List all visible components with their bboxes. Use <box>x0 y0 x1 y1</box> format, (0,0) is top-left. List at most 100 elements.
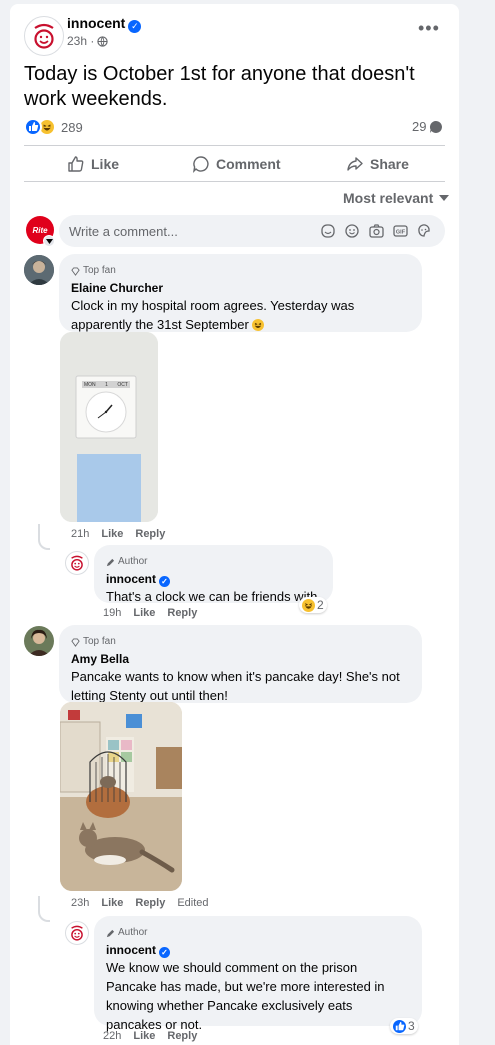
reply-reactions[interactable]: 2 <box>299 597 327 613</box>
clock-photo-image <box>60 332 158 522</box>
camera-icon[interactable] <box>369 224 384 238</box>
post-time[interactable]: 23h · <box>67 34 94 48</box>
like-button[interactable]: Like <box>67 154 119 174</box>
comment-reply-button[interactable]: Reply <box>135 528 165 540</box>
sticker-icon[interactable] <box>417 224 431 238</box>
svg-text:GIF: GIF <box>396 230 406 236</box>
reaction-count: 289 <box>61 119 83 135</box>
comment-text: Clock in my hospital room agrees. Yester… <box>71 296 371 334</box>
reply-time[interactable]: 22h <box>103 1030 121 1042</box>
more-options-icon[interactable]: ••• <box>418 18 440 39</box>
top-fan-badge: Top fan <box>71 262 410 280</box>
pencil-icon <box>106 558 115 566</box>
comment-button[interactable]: Comment <box>192 154 281 174</box>
emoji-icon[interactable] <box>345 224 359 238</box>
comment-bubble-icon <box>430 120 443 133</box>
reaction-count: 2 <box>317 598 324 612</box>
comment-count-value: 29 <box>412 119 427 134</box>
share-icon <box>347 157 363 171</box>
divider <box>24 181 445 182</box>
comment-footer: 21h Like Reply <box>71 528 165 540</box>
reply-reply-button[interactable]: Reply <box>167 1030 197 1042</box>
reply-reply-button[interactable]: Reply <box>167 607 197 619</box>
divider <box>24 145 445 146</box>
diamond-icon <box>71 266 80 276</box>
top-fan-badge: Top fan <box>71 633 410 651</box>
reply-author[interactable]: innocent ✓ <box>106 942 410 958</box>
innocent-logo[interactable] <box>24 16 64 56</box>
author-badge: Author <box>106 553 321 571</box>
reactions-summary[interactable]: 289 <box>24 118 83 136</box>
reply-time[interactable]: 19h <box>103 607 121 619</box>
like-label: Like <box>91 156 120 172</box>
comment-reply-button[interactable]: Reply <box>135 897 165 909</box>
reply-bubble: Author innocent ✓ That's a clock we can b… <box>94 545 333 604</box>
innocent-face-icon <box>34 23 54 49</box>
sort-dropdown[interactable]: Most relevant <box>343 190 450 206</box>
innocent-face-icon <box>71 555 83 571</box>
account-switch-icon[interactable] <box>43 235 55 247</box>
reply-thread-line <box>38 896 50 922</box>
innocent-reply-avatar[interactable] <box>65 921 89 945</box>
comment-photo-cat[interactable] <box>60 702 182 891</box>
clock-month-label: OCT <box>117 382 128 388</box>
pencil-icon <box>106 929 115 937</box>
comment-photo-clock[interactable]: MON 1 OCT <box>60 332 158 522</box>
reply-like-button[interactable]: Like <box>133 607 155 619</box>
innocent-face-icon <box>71 925 83 941</box>
badge-label: Author <box>118 927 148 938</box>
reply-author[interactable]: innocent ✓ <box>106 571 321 587</box>
author-badge: Author <box>106 924 410 942</box>
reply-text: We know we should comment on the prison … <box>106 960 385 1032</box>
reply-bubble: Author innocent ✓ We know we should comme… <box>94 916 422 1032</box>
comment-like-button[interactable]: Like <box>101 897 123 909</box>
edited-label: Edited <box>177 897 209 909</box>
laughing-emoji-icon <box>252 319 265 331</box>
page-name[interactable]: innocent <box>67 15 125 31</box>
reply-like-button[interactable]: Like <box>133 1030 155 1042</box>
globe-icon <box>97 35 109 47</box>
user-avatar-text: Rite <box>32 225 48 235</box>
commenter-avatar[interactable] <box>24 255 54 285</box>
gif-icon[interactable]: GIF <box>393 224 408 238</box>
like-reaction-icon <box>24 118 42 136</box>
comment-bubble: Top fan Elaine Churcher Clock in my hosp… <box>59 254 422 332</box>
comment-label: Comment <box>216 156 281 172</box>
post-author: innocent ✓ <box>67 15 142 33</box>
share-button[interactable]: Share <box>346 154 409 174</box>
reply-footer: 22h Like Reply <box>103 1030 197 1042</box>
post-meta: 23h · <box>67 34 109 48</box>
comment-time[interactable]: 23h <box>71 897 89 909</box>
comment-input[interactable]: Write a comment... GIF <box>59 215 445 247</box>
commenter-avatar[interactable] <box>24 626 54 656</box>
commenter-name[interactable]: Amy Bella <box>71 651 410 667</box>
comment-count[interactable]: 29 <box>412 119 443 134</box>
thumbs-up-icon <box>68 156 84 172</box>
post-card: innocent ✓ 23h · ••• Today is October 1st… <box>10 4 459 1045</box>
reply-footer: 19h Like Reply <box>103 607 197 619</box>
badge-label: Top fan <box>83 265 116 276</box>
verified-icon: ✓ <box>159 576 170 587</box>
badge-label: Top fan <box>83 636 116 647</box>
commenter-name[interactable]: Elaine Churcher <box>71 280 410 296</box>
reply-author-name: innocent <box>106 572 156 586</box>
verified-icon: ✓ <box>159 947 170 958</box>
sort-label: Most relevant <box>343 190 434 206</box>
reply-text: That's a clock we can be friends with. <box>106 589 321 604</box>
avatar-sticker-icon[interactable] <box>321 224 335 238</box>
caret-down-icon <box>439 195 450 201</box>
comment-icon <box>192 156 209 173</box>
innocent-reply-avatar[interactable] <box>65 551 89 575</box>
comment-like-button[interactable]: Like <box>101 528 123 540</box>
reply-thread-line <box>38 524 50 550</box>
clock-day-label: MON <box>84 382 96 388</box>
diamond-icon <box>71 637 80 647</box>
comment-time[interactable]: 21h <box>71 528 89 540</box>
like-reaction-icon <box>393 1019 406 1033</box>
comment-placeholder: Write a comment... <box>69 224 178 239</box>
verified-icon: ✓ <box>128 20 142 33</box>
reaction-count: 3 <box>408 1019 415 1033</box>
reply-reactions[interactable]: 3 <box>390 1018 418 1034</box>
comment-text: Pancake wants to know when it's pancake … <box>71 669 400 703</box>
post-text: Today is October 1st for anyone that doe… <box>24 63 415 110</box>
